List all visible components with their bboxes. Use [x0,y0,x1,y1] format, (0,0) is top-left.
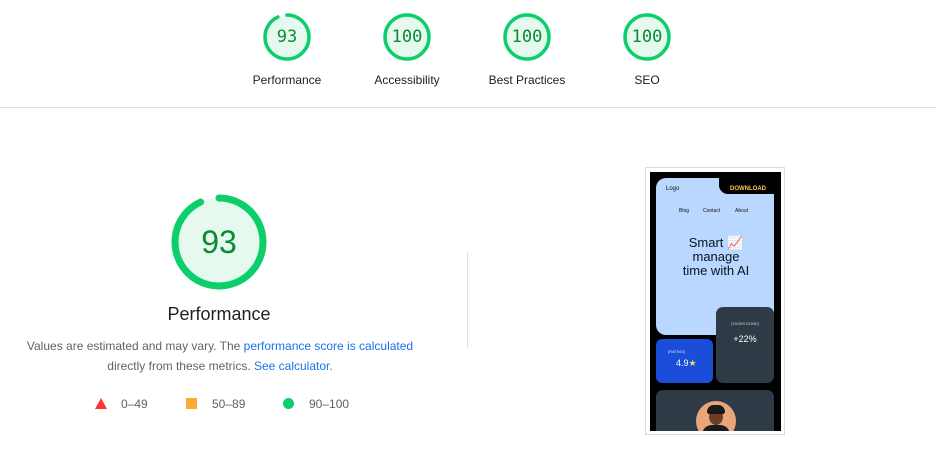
description-text: Values are estimated and may vary. The [26,339,244,353]
gauge-score: 93 [276,27,298,47]
legend-range: 0–49 [121,397,148,411]
legend-range: 90–100 [309,397,350,411]
site-logo: Logo [666,186,680,192]
avatar-body [702,425,730,431]
gauge-seo[interactable]: 100 SEO [587,12,707,87]
gauge-score: 100 [391,27,423,47]
final-screenshot: Logo DOWNLOAD Blog Contact About Smart 📈… [645,167,785,435]
gauge-label: Best Practices [488,73,566,87]
performance-score: 93 [201,224,237,260]
gauge-best-practices[interactable]: 100 Best Practices [467,12,587,87]
rating-card: [RATING] 4.9★ [656,339,713,383]
gauge-ring: 100 [382,12,432,62]
download-button: DOWNLOAD [730,186,766,192]
gauge-performance[interactable]: 93 Performance [227,12,347,87]
performance-title: Performance [167,304,271,324]
star-icon: ★ [688,358,697,368]
gauge-ring: 100 [502,12,552,62]
performance-description: Values are estimated and may vary. The p… [20,336,420,376]
rating-value-wrap: 4.9★ [676,358,697,369]
square-icon [186,398,197,409]
gauge-ring: 93 [262,12,312,62]
section-divider [467,252,468,348]
performance-gauge: 93 [170,193,268,291]
avatar [696,401,736,431]
hero-line: time with AI [682,263,750,278]
category-gauges-bar: 93 Performance 100 Accessibility 100 Bes… [0,0,936,108]
rating-value: 4.9 [676,358,689,368]
gauge-score: 100 [631,27,663,47]
hero-line: manage [692,249,740,264]
gauge-label: Performance [252,73,322,87]
triangle-icon [95,398,107,409]
nav-link-about: About [735,208,749,214]
screenshot-thumbnail: Logo DOWNLOAD Blog Contact About Smart 📈… [650,172,781,431]
tasks-card: [TASKS DONE] +22% [716,307,774,383]
rating-label: [RATING] [668,349,686,354]
see-calculator-link[interactable]: See calculator [254,359,329,373]
legend-range: 50–89 [212,397,246,411]
description-end: . [329,359,333,373]
tasks-label: [TASKS DONE] [731,321,759,326]
gauge-ring: 100 [622,12,672,62]
description-text-2: directly from these metrics. [107,359,254,373]
tasks-value: +22% [733,334,757,344]
circle-icon [283,398,294,409]
gauge-label: Accessibility [374,73,440,87]
score-calculated-link[interactable]: performance score is calculated [244,339,413,353]
avatar-card [656,390,774,431]
nav-link-contact: Contact [703,208,721,214]
hero-heading: Smart 📈 manage time with AI [666,236,766,278]
gauge-accessibility[interactable]: 100 Accessibility [347,12,467,87]
avatar-hair [707,405,725,414]
hero-line: Smart 📈 [688,235,744,250]
gauge-label: SEO [634,73,660,87]
nav-link-blog: Blog [679,208,690,214]
gauge-score: 100 [511,27,543,47]
